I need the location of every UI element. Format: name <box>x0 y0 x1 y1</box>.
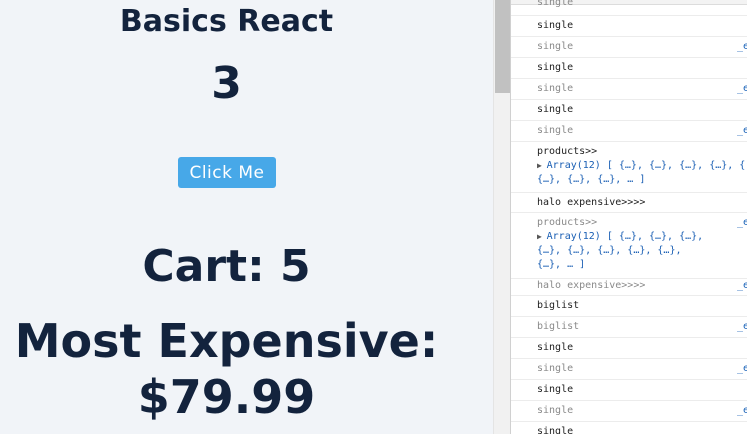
console-log-row: biglist <box>511 296 747 317</box>
console-message: products>> <box>537 146 598 157</box>
click-me-button[interactable]: Click Me <box>178 157 276 188</box>
most-expensive-label: Most Expensive: <box>14 314 439 368</box>
console-message: single <box>537 0 574 8</box>
console-message: single <box>537 104 574 115</box>
scrollbar-thumb[interactable] <box>495 0 510 93</box>
console-log-row: single <box>511 0 747 16</box>
console-message: biglist <box>537 321 580 332</box>
console-message: single <box>537 363 574 374</box>
console-message: single <box>537 20 574 31</box>
console-message: biglist <box>537 300 580 311</box>
page-scrollbar[interactable] <box>493 0 510 434</box>
console-message: single <box>537 405 574 416</box>
triangle-right-icon[interactable]: ▶ <box>537 232 547 241</box>
array-continuation: {…}, {…}, {…}, {…}, {…}, <box>537 245 682 256</box>
most-expensive: Most Expensive: $79.99 <box>0 313 453 425</box>
console-log-row: single _e <box>511 401 747 422</box>
console-message: single <box>537 41 574 52</box>
console-source-link[interactable]: _e <box>737 125 747 136</box>
console-log-row: single <box>511 100 747 121</box>
console-source-link[interactable]: _e <box>737 41 747 52</box>
console-message: single <box>537 384 574 395</box>
console-source-link[interactable]: _e <box>737 405 747 416</box>
cart-count: Cart: 5 <box>142 241 311 292</box>
console-log-row: single <box>511 338 747 359</box>
expandable-array[interactable]: ▶ Array(12) [ {…}, {…}, {…}, {…}, { <box>537 160 745 171</box>
console-source-link[interactable]: _e <box>737 217 747 228</box>
counter-value: 3 <box>211 58 242 109</box>
console-log-row: single <box>511 422 747 434</box>
devtools-console: singlesinglesingle_esinglesingle_esingle… <box>510 0 747 434</box>
console-message: single <box>537 125 574 136</box>
console-log-row: single <box>511 380 747 401</box>
console-message: single <box>537 83 574 94</box>
console-message: single <box>537 426 574 434</box>
console-message: single <box>537 62 574 73</box>
console-log-row: biglist _e <box>511 317 747 338</box>
console-message: products>> <box>537 217 598 228</box>
console-source-link[interactable]: _e <box>737 363 747 374</box>
console-log-row: halo expensive>>>> <box>511 193 747 213</box>
console-log-row: single _e <box>511 121 747 142</box>
page-title: Basics React <box>119 4 334 39</box>
console-log-row: halo expensive>>>> _e <box>511 279 747 296</box>
most-expensive-price: $79.99 <box>137 370 316 424</box>
console-message: single <box>537 342 574 353</box>
console-log-row: single _e <box>511 79 747 100</box>
array-preview-text: Array(12) [ {…}, {…}, {…}, <box>546 231 704 242</box>
console-log-row: single <box>511 58 747 79</box>
array-preview-text: {…}, {…}, {…}, … ] <box>537 174 646 185</box>
console-message: halo expensive>>>> <box>537 197 646 208</box>
array-preview-text: {…}, {…}, {…}, {…}, {…}, <box>537 245 682 256</box>
array-continuation: {…}, … ] <box>537 259 585 270</box>
console-source-link[interactable]: _e <box>737 321 747 332</box>
array-preview-text: {…}, … ] <box>537 259 586 270</box>
console-source-link[interactable]: _e <box>737 280 747 291</box>
console-message: halo expensive>>>> <box>537 280 646 291</box>
console-source-link[interactable]: _e <box>737 83 747 94</box>
array-continuation: {…}, {…}, {…}, … ] <box>537 174 645 185</box>
react-app-pane: Basics React 3 Click Me Cart: 5 Most Exp… <box>0 0 493 434</box>
array-preview-text: Array(12) [ {…}, {…}, {…}, {…}, { <box>546 160 746 171</box>
console-log-row: single <box>511 16 747 37</box>
console-log-row: single _e <box>511 37 747 58</box>
console-log-row: single _e <box>511 359 747 380</box>
triangle-right-icon[interactable]: ▶ <box>537 161 547 170</box>
console-log-row: products>> ▶ Array(12) [ {…}, {…}, {…}, {… <box>511 142 747 193</box>
expandable-array[interactable]: ▶ Array(12) [ {…}, {…}, {…}, <box>537 231 703 242</box>
console-log-row: products>> _e ▶ Array(12) [ {…}, {…}, {…},… <box>511 213 747 279</box>
